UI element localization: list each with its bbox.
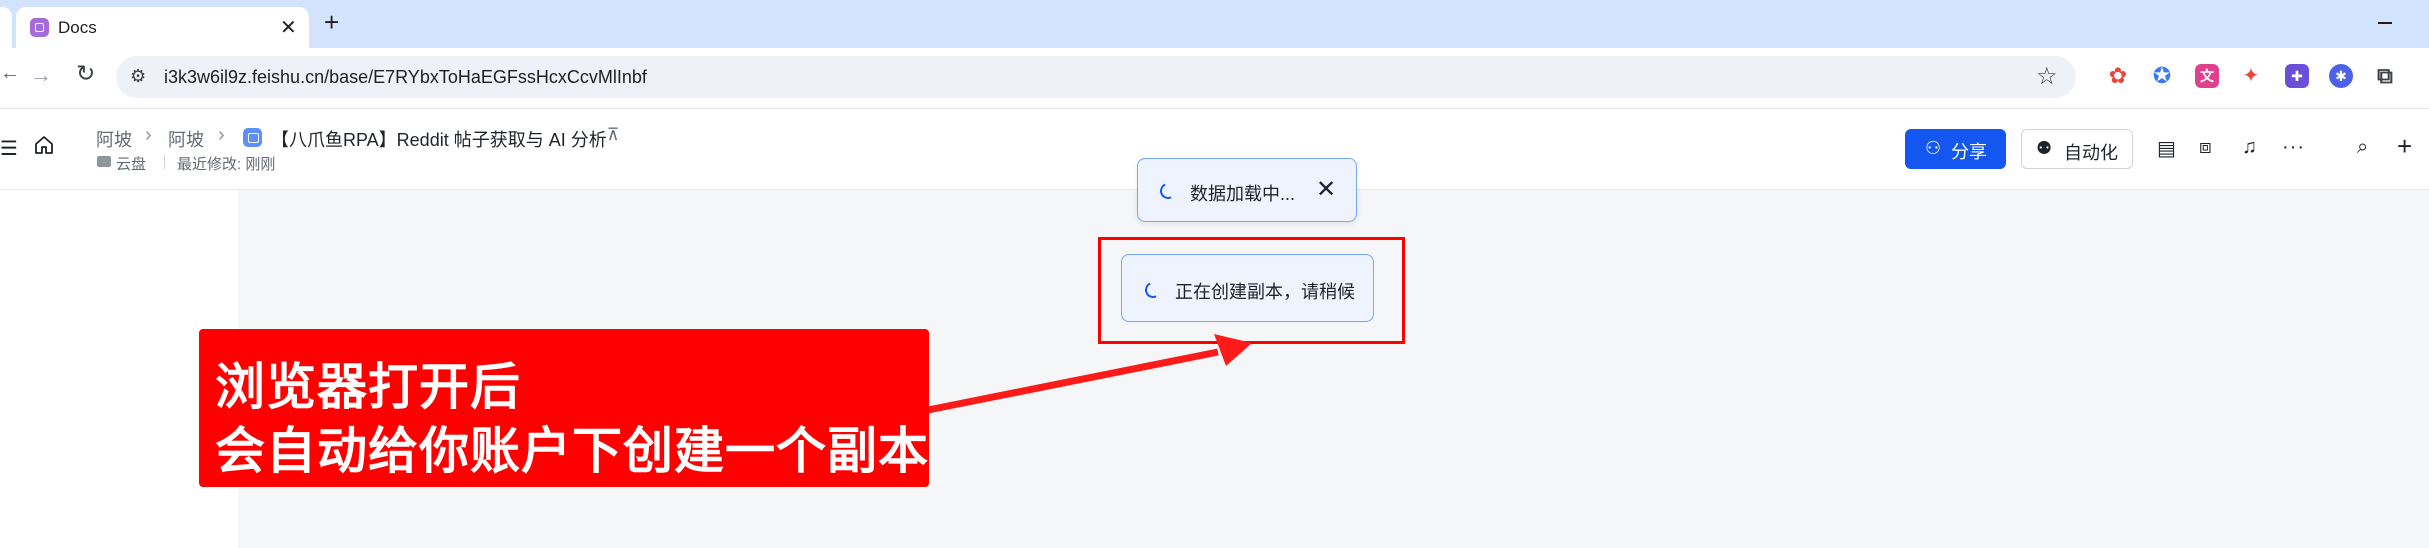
new-tab-button[interactable]: + xyxy=(324,7,339,38)
add-icon[interactable]: + xyxy=(2397,131,2412,162)
loading-spinner-icon xyxy=(1157,180,1179,202)
minimize-window-button[interactable] xyxy=(2378,22,2392,24)
loading-message: 数据加载中... xyxy=(1190,184,1296,204)
breadcrumb-item[interactable]: 阿坡 xyxy=(96,126,132,152)
home-icon[interactable] xyxy=(33,134,55,156)
creating-copy-message: 正在创建副本，请稍候 xyxy=(1175,282,1355,302)
reload-icon[interactable]: ↻ xyxy=(76,60,95,87)
creating-copy-toast: 正在创建副本，请稍候 xyxy=(1121,254,1374,322)
browser-toolbar: ← → ↻ ⚙ i3k3w6il9z.feishu.cn/base/E7RYbx… xyxy=(0,48,2429,109)
breadcrumb-separator-icon: › xyxy=(218,124,225,146)
plugin-icon[interactable]: ⧈ xyxy=(2199,136,2212,159)
extensions-puzzle-icon[interactable]: ⧉ xyxy=(2373,64,2397,88)
breadcrumb-item[interactable]: 阿坡 xyxy=(168,126,204,152)
previous-tab[interactable] xyxy=(0,7,12,48)
last-modified: 最近修改: 刚刚 xyxy=(177,156,276,173)
extension-octopus-icon[interactable]: ✪ xyxy=(2150,64,2174,88)
extension-bird-icon[interactable]: ✿ xyxy=(2106,64,2130,88)
address-bar[interactable]: ⚙ i3k3w6il9z.feishu.cn/base/E7RYbxToHaEG… xyxy=(116,56,2076,98)
loading-toast: 数据加载中... ✕ xyxy=(1137,158,1357,222)
more-icon[interactable]: ··· xyxy=(2282,136,2305,159)
annotation-line-1: 浏览器打开后 xyxy=(215,358,521,416)
pin-icon[interactable]: ⊼ xyxy=(607,125,619,145)
automation-button[interactable]: ⚉ 自动化 xyxy=(2021,129,2133,169)
robot-icon: ⚉ xyxy=(2036,138,2053,158)
browser-tab-docs[interactable]: Docs ✕ xyxy=(16,7,309,48)
docs-favicon-icon xyxy=(30,18,49,37)
loading-spinner-icon xyxy=(1142,279,1164,301)
site-info-icon[interactable]: ⚙ xyxy=(130,66,146,87)
browser-tabstrip: Docs ✕ + xyxy=(0,0,2429,48)
share-users-icon: ⚇ xyxy=(1925,138,1942,158)
folder-icon xyxy=(97,156,111,167)
bookmark-star-icon[interactable]: ☆ xyxy=(2036,62,2058,91)
doc-title[interactable]: 【八爪鱼RPA】Reddit 帖子获取与 AI 分析 xyxy=(271,126,607,152)
meta-divider xyxy=(164,155,165,169)
share-label: 分享 xyxy=(1951,142,1987,162)
bell-icon[interactable]: ♫ xyxy=(2242,136,2257,159)
extension-circle-icon[interactable]: ✱ xyxy=(2329,64,2353,88)
tab-title: Docs xyxy=(58,18,97,37)
url-text[interactable]: i3k3w6il9z.feishu.cn/base/E7RYbxToHaEGFs… xyxy=(164,67,647,88)
close-icon[interactable]: ✕ xyxy=(1316,175,1336,204)
breadcrumb-separator-icon: › xyxy=(145,124,152,146)
forward-arrow-icon[interactable]: → xyxy=(30,62,52,88)
search-icon[interactable]: ⌕ xyxy=(2357,136,2368,159)
extension-translate-icon[interactable]: 文 xyxy=(2195,64,2219,88)
docs-list-icon[interactable]: ▤ xyxy=(2157,136,2176,161)
share-button[interactable]: ⚇ 分享 xyxy=(1905,129,2006,169)
annotation-callout: 浏览器打开后 会自动给你账户下创建一个副本 xyxy=(199,329,929,487)
tab-close-icon[interactable]: ✕ xyxy=(280,15,297,40)
automation-label: 自动化 xyxy=(2064,143,2118,163)
annotation-line-2: 会自动给你账户下创建一个副本 xyxy=(215,422,929,480)
extension-fox-icon[interactable]: ✦ xyxy=(2239,64,2263,88)
extension-ai-icon[interactable]: ✚ xyxy=(2285,64,2309,88)
base-doc-icon xyxy=(243,128,262,147)
sidebar-toggle-icon[interactable]: ☰ xyxy=(0,136,18,161)
back-arrow-icon[interactable]: ← xyxy=(0,62,20,85)
doc-location[interactable]: 云盘 xyxy=(116,153,146,174)
